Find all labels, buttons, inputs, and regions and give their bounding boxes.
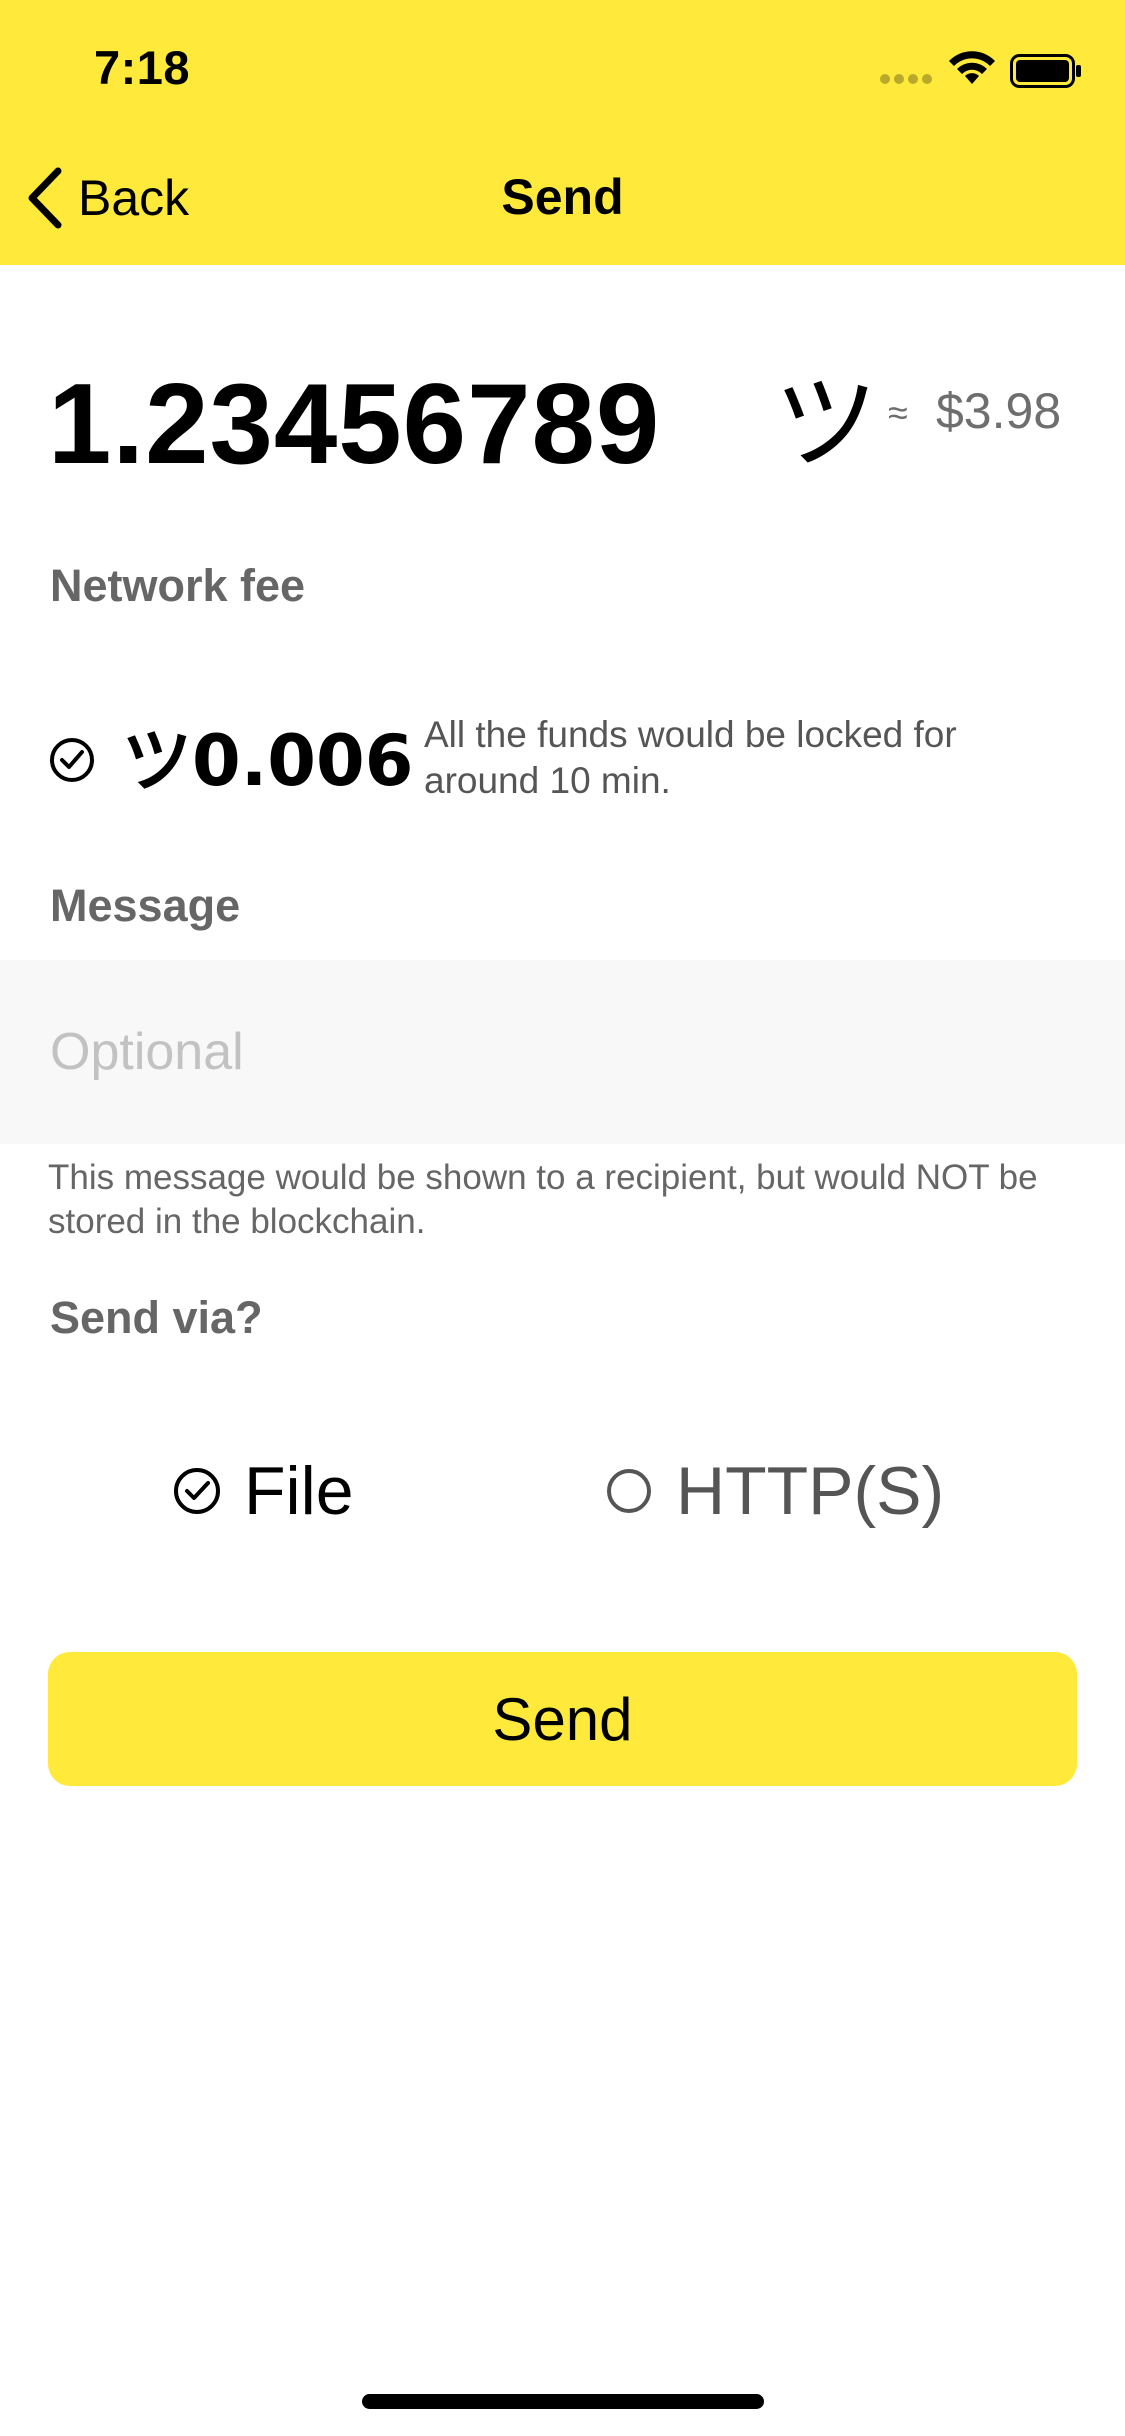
send-via-http-label: HTTP(S) <box>676 1453 945 1529</box>
send-screen: 7:18 Back Send 1.23456789 ツ ≈ $3.98 Netw… <box>0 0 1125 2436</box>
wifi-icon <box>949 51 995 84</box>
signal-icon <box>880 74 934 84</box>
battery-icon <box>1010 54 1081 88</box>
send-via-http-option[interactable]: HTTP(S) <box>604 1446 944 1536</box>
home-indicator[interactable] <box>362 2394 764 2409</box>
header: 7:18 Back Send <box>0 0 1125 265</box>
check-circle-icon[interactable] <box>48 736 96 784</box>
message-label: Message <box>50 880 241 931</box>
network-fee-label: Network fee <box>50 560 306 611</box>
fiat-value: $3.98 <box>936 383 1062 439</box>
radio-empty-icon <box>607 1469 651 1513</box>
send-via-file-label: File <box>244 1453 354 1529</box>
page-title: Send <box>501 169 624 225</box>
status-time: 7:18 <box>94 41 191 94</box>
amount-value: 1.23456789 <box>48 361 661 488</box>
message-input[interactable] <box>50 1022 1050 1082</box>
network-fee-note: All the funds would be locked for around… <box>424 714 957 801</box>
currency-symbol: ツ <box>774 362 879 484</box>
message-hint: This message would be shown to a recipie… <box>48 1158 1038 1241</box>
check-circle-icon <box>174 1468 220 1514</box>
approx-symbol: ≈ <box>888 392 908 433</box>
send-via-file-option[interactable]: File <box>172 1446 354 1536</box>
network-fee-amount[interactable]: ツ0.006 <box>122 718 413 804</box>
send-button[interactable]: Send <box>48 1652 1077 1786</box>
message-field[interactable] <box>0 960 1125 1144</box>
send-via-label: Send via? <box>50 1292 263 1343</box>
